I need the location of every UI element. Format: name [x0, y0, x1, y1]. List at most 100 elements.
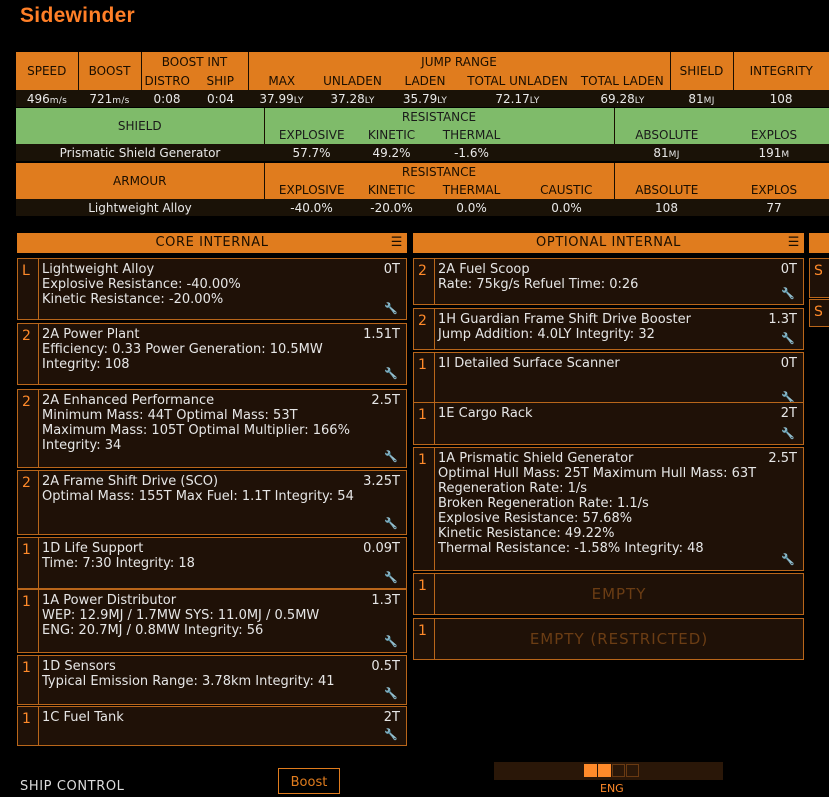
slot-size: 1: [22, 594, 31, 610]
core-slot[interactable]: 2 2A Frame Shift Drive (SCO) 3.25T Optimal …: [17, 470, 407, 535]
armour-resistance-header: RESISTANCE: [263, 163, 614, 181]
module-mass: 1.3T: [371, 593, 400, 608]
module-mass: 3.25T: [363, 474, 400, 489]
module-mass: 2.5T: [768, 451, 797, 466]
slot-body[interactable]: 1I Detailed Surface Scanner 0T 🔧: [434, 353, 803, 408]
slot-body[interactable]: EMPTY (RESTRICTED): [434, 619, 803, 659]
wrench-icon[interactable]: 🔧: [384, 367, 398, 380]
module-name: 2A Enhanced Performance: [42, 393, 215, 408]
armour-row-name: Lightweight Alloy: [16, 199, 264, 216]
module-stat-line: Kinetic Resistance: -20.00%: [42, 292, 224, 307]
wrench-icon[interactable]: 🔧: [781, 427, 795, 440]
module-name: 1E Cargo Rack: [438, 406, 533, 421]
module-stat-line: ENG: 20.7MJ / 0.8MW Integrity: 56: [42, 623, 264, 638]
max-header: MAX: [247, 71, 315, 90]
wrench-icon[interactable]: 🔧: [781, 553, 795, 566]
pip[interactable]: [598, 764, 611, 777]
armour-explosive-header: EXPLOSIVE: [263, 181, 359, 199]
slot-body[interactable]: 2A Enhanced Performance 2.5T Minimum Mass:…: [38, 390, 406, 467]
shield-explosive-header: EXPLOSIVE: [263, 126, 359, 144]
core-slot[interactable]: 2 2A Power Plant 1.51T Efficiency: 0.33 Pow…: [17, 323, 407, 385]
module-stat-line: WEP: 12.9MJ / 1.7MW SYS: 11.0MJ / 0.5MW: [42, 608, 320, 623]
wrench-icon[interactable]: 🔧: [384, 635, 398, 648]
slot-body[interactable]: 1A Prismatic Shield Generator 2.5T Optimal…: [434, 448, 803, 570]
slot-body[interactable]: 1D Sensors 0.5T Typical Emission Range: 3.…: [38, 656, 406, 704]
filter-icon[interactable]: ☰: [391, 233, 403, 253]
optional-slot[interactable]: 2 2A Fuel Scoop 0T Rate: 75kg/s Refuel Time…: [413, 258, 804, 305]
slot-body[interactable]: EMPTY: [434, 574, 803, 614]
module-mass: 0T: [780, 262, 797, 277]
slot-size: 2: [418, 313, 427, 329]
pip[interactable]: [584, 764, 597, 777]
wrench-icon[interactable]: 🔧: [384, 728, 398, 741]
slot-size: 1: [22, 542, 31, 558]
core-slot[interactable]: 2 2A Enhanced Performance 2.5T Minimum Mass…: [17, 389, 407, 468]
boost-button[interactable]: Boost: [278, 768, 340, 794]
total-unladen-value: 72.17LY: [460, 90, 575, 107]
filter-icon[interactable]: ☰: [788, 233, 800, 253]
optional-slot[interactable]: 1 1E Cargo Rack 2T 🔧: [413, 402, 804, 445]
optional-slot[interactable]: 2 1H Guardian Frame Shift Drive Booster 1.…: [413, 308, 804, 350]
slot-size: 2: [22, 394, 31, 410]
optional-slot[interactable]: 1 EMPTY (RESTRICTED): [413, 618, 804, 660]
utility-slot-partial[interactable]: S: [809, 258, 829, 298]
armour-absolute-header: ABSOLUTE: [613, 181, 719, 199]
ship-control-label: SHIP CONTROL: [20, 779, 125, 794]
speed-value: 496m/s: [16, 90, 78, 107]
pip[interactable]: [612, 764, 625, 777]
slot-body[interactable]: 1H Guardian Frame Shift Drive Booster 1.3…: [434, 309, 803, 349]
core-slot[interactable]: 1 1D Sensors 0.5T Typical Emission Range: 3…: [17, 655, 407, 705]
shield-resistance-table: SHIELD RESISTANCE EXPLOSIVE KINETIC THER…: [16, 108, 829, 161]
slot-body[interactable]: 2A Fuel Scoop 0T Rate: 75kg/s Refuel Time:…: [434, 259, 803, 304]
optional-internal-header: OPTIONAL INTERNAL ☰: [413, 233, 804, 253]
module-name: 2A Frame Shift Drive (SCO): [42, 474, 219, 489]
core-slot[interactable]: 1 1D Life Support 0.09T Time: 7:30 Integrit…: [17, 537, 407, 589]
module-stat-line: Thermal Resistance: -1.58% Integrity: 48: [438, 541, 704, 556]
module-stat-line: Optimal Mass: 155T Max Fuel: 1.1T Integr…: [42, 489, 354, 504]
slot-body[interactable]: 1C Fuel Tank 2T 🔧: [38, 707, 406, 745]
ship-stats-table: SPEED BOOST BOOST INT JUMP RANGE SHIELD …: [16, 52, 829, 107]
armour-explosive2-header: EXPLOS: [719, 181, 829, 199]
optional-slot[interactable]: 1 1I Detailed Surface Scanner 0T 🔧: [413, 352, 804, 409]
core-slot[interactable]: 1 1A Power Distributor 1.3T WEP: 12.9MJ / 1…: [17, 589, 407, 653]
slot-body[interactable]: 2A Frame Shift Drive (SCO) 3.25T Optimal M…: [38, 471, 406, 534]
core-slot[interactable]: 1 1C Fuel Tank 2T 🔧: [17, 706, 407, 746]
slot-body[interactable]: Lightweight Alloy 0T Explosive Resistance:…: [38, 259, 406, 319]
jump-range-header: JUMP RANGE: [247, 52, 671, 71]
module-stat-line: Jump Addition: 4.0LY Integrity: 32: [438, 327, 655, 342]
slot-size: 1: [418, 452, 427, 468]
pip[interactable]: [626, 764, 639, 777]
module-name: 1I Detailed Surface Scanner: [438, 356, 620, 371]
module-mass: 0.5T: [371, 659, 400, 674]
module-name: 1A Prismatic Shield Generator: [438, 451, 634, 466]
total-laden-header: TOTAL LADEN: [575, 71, 671, 90]
integrity-value: 108: [733, 90, 829, 107]
shield-absolute-header: ABSOLUTE: [613, 126, 719, 144]
armour-resistance-table: ARMOUR RESISTANCE EXPLOSIVE KINETIC THER…: [16, 163, 829, 216]
optional-slot[interactable]: 1 1A Prismatic Shield Generator 2.5T Optima…: [413, 447, 804, 571]
wrench-icon[interactable]: 🔧: [384, 571, 398, 584]
ship-value: 0:04: [193, 90, 248, 107]
shield-row-absolute: 81MJ: [614, 144, 719, 161]
core-internal-header: CORE INTERNAL ☰: [17, 233, 407, 253]
unladen-header: UNLADEN: [315, 71, 390, 90]
unladen-value: 37.28LY: [315, 90, 390, 107]
shield-explosive2-header: EXPLOS: [719, 126, 829, 144]
optional-internal-title: OPTIONAL INTERNAL: [536, 235, 681, 250]
wrench-icon[interactable]: 🔧: [781, 332, 795, 345]
core-slot[interactable]: L Lightweight Alloy 0T Explosive Resistance…: [17, 258, 407, 320]
slot-body[interactable]: 2A Power Plant 1.51T Efficiency: 0.33 Powe…: [38, 324, 406, 384]
wrench-icon[interactable]: 🔧: [384, 687, 398, 700]
wrench-icon[interactable]: 🔧: [384, 450, 398, 463]
module-stat-line: Explosive Resistance: 57.68%: [438, 511, 633, 526]
slot-body[interactable]: 1D Life Support 0.09T Time: 7:30 Integrity…: [38, 538, 406, 588]
optional-slot[interactable]: 1 EMPTY: [413, 573, 804, 615]
utility-slot-partial[interactable]: S: [809, 299, 829, 327]
slot-body[interactable]: 1A Power Distributor 1.3T WEP: 12.9MJ / 1.…: [38, 590, 406, 652]
wrench-icon[interactable]: 🔧: [384, 302, 398, 315]
wrench-icon[interactable]: 🔧: [384, 517, 398, 530]
module-name: 2A Power Plant: [42, 327, 140, 342]
wrench-icon[interactable]: 🔧: [781, 287, 795, 300]
slot-body[interactable]: 1E Cargo Rack 2T 🔧: [434, 403, 803, 444]
shield-row-explosive2: 191M: [719, 144, 829, 161]
